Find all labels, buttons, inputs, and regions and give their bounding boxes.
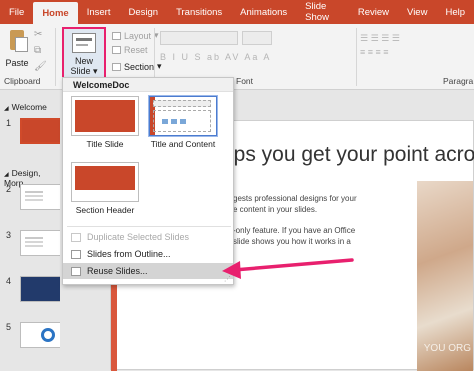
annotation-arrow-icon — [222, 258, 354, 279]
